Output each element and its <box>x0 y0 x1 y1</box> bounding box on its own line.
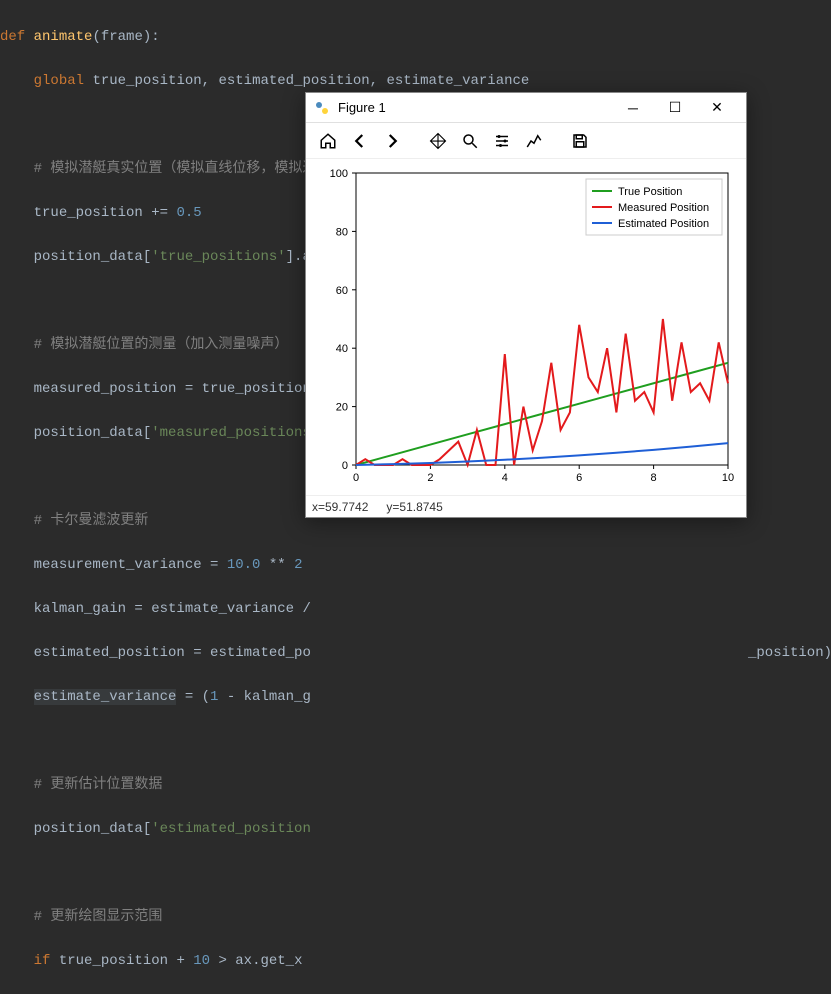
svg-text:8: 8 <box>651 472 657 484</box>
string: 'estimated_position <box>151 821 311 837</box>
save-icon[interactable] <box>566 127 594 155</box>
svg-text:6: 6 <box>576 472 582 484</box>
code-text: = ( <box>176 689 210 705</box>
window-minimize-button[interactable]: ─ <box>612 94 654 122</box>
status-y: y=51.8745 <box>386 500 442 514</box>
svg-text:4: 4 <box>502 472 508 484</box>
param: frame <box>101 29 143 45</box>
svg-text:0: 0 <box>342 460 348 472</box>
svg-text:100: 100 <box>330 168 348 180</box>
code-text: measured_position = true_position <box>34 381 311 397</box>
code-text: true_position, estimated_position, estim… <box>92 73 529 89</box>
svg-text:40: 40 <box>336 343 348 355</box>
code-text: position_data[ <box>34 425 152 441</box>
keyword-global: global <box>34 73 84 89</box>
code-text: ** <box>260 557 294 573</box>
function-name: animate <box>34 29 93 45</box>
config-icon[interactable] <box>488 127 516 155</box>
home-icon[interactable] <box>314 127 342 155</box>
code-text: > ax.get_x <box>210 953 302 969</box>
plot-area[interactable]: 0 20 40 60 80 100 0 2 4 6 8 10 True Position Measured… <box>306 159 746 495</box>
status-x: x=59.7742 <box>312 500 368 514</box>
number: 10 <box>193 953 210 969</box>
string: 'measured_positions <box>151 425 311 441</box>
window-close-button[interactable]: ✕ <box>696 94 738 122</box>
code-text: position_data[ <box>34 249 152 265</box>
comment: # 更新绘图显示范围 <box>34 909 163 925</box>
code-text: estimated_position = estimated_po <box>34 645 311 661</box>
code-text: true_position += <box>34 205 177 221</box>
comment: # 更新估计位置数据 <box>34 777 163 793</box>
code-text: _position) <box>748 642 831 664</box>
forward-icon[interactable] <box>378 127 406 155</box>
code-text: true_position + <box>50 953 193 969</box>
back-icon[interactable] <box>346 127 374 155</box>
matplotlib-toolbar <box>306 123 746 159</box>
svg-text:10: 10 <box>722 472 734 484</box>
svg-text:80: 80 <box>336 226 348 238</box>
number: 1 <box>210 689 218 705</box>
svg-text:60: 60 <box>336 285 348 297</box>
code-text: measurement_variance = <box>34 557 227 573</box>
comment: # 模拟潜艇位置的测量（加入测量噪声） <box>34 337 289 353</box>
status-bar: x=59.7742 y=51.8745 <box>306 495 746 517</box>
figure-window[interactable]: Figure 1 ─ ☐ ✕ 0 20 40 60 80 100 0 2 4 6 8 10 True P… <box>305 92 747 518</box>
number: 2 <box>294 557 302 573</box>
svg-text:Estimated Position: Estimated Position <box>618 218 709 230</box>
window-maximize-button[interactable]: ☐ <box>654 94 696 122</box>
code-text: estimate_variance <box>34 689 177 705</box>
comment: # 卡尔曼滤波更新 <box>34 513 149 529</box>
subplots-icon[interactable] <box>520 127 548 155</box>
string: 'true_positions' <box>151 249 285 265</box>
number: 10.0 <box>227 557 261 573</box>
svg-text:2: 2 <box>427 472 433 484</box>
window-app-icon <box>314 100 330 116</box>
pan-icon[interactable] <box>424 127 452 155</box>
svg-text:Measured Position: Measured Position <box>618 202 709 214</box>
zoom-icon[interactable] <box>456 127 484 155</box>
svg-text:True Position: True Position <box>618 186 682 198</box>
chart-svg: 0 20 40 60 80 100 0 2 4 6 8 10 True Position Measured… <box>306 159 746 495</box>
svg-text:0: 0 <box>353 472 359 484</box>
code-text: - kalman_g <box>218 689 310 705</box>
keyword-def: def <box>0 29 25 45</box>
svg-text:20: 20 <box>336 402 348 414</box>
window-titlebar[interactable]: Figure 1 ─ ☐ ✕ <box>306 93 746 123</box>
window-title: Figure 1 <box>338 100 612 115</box>
code-text: position_data[ <box>34 821 152 837</box>
number: 0.5 <box>176 205 201 221</box>
keyword-if: if <box>34 953 51 969</box>
code-text: kalman_gain = estimate_variance / <box>34 601 311 617</box>
